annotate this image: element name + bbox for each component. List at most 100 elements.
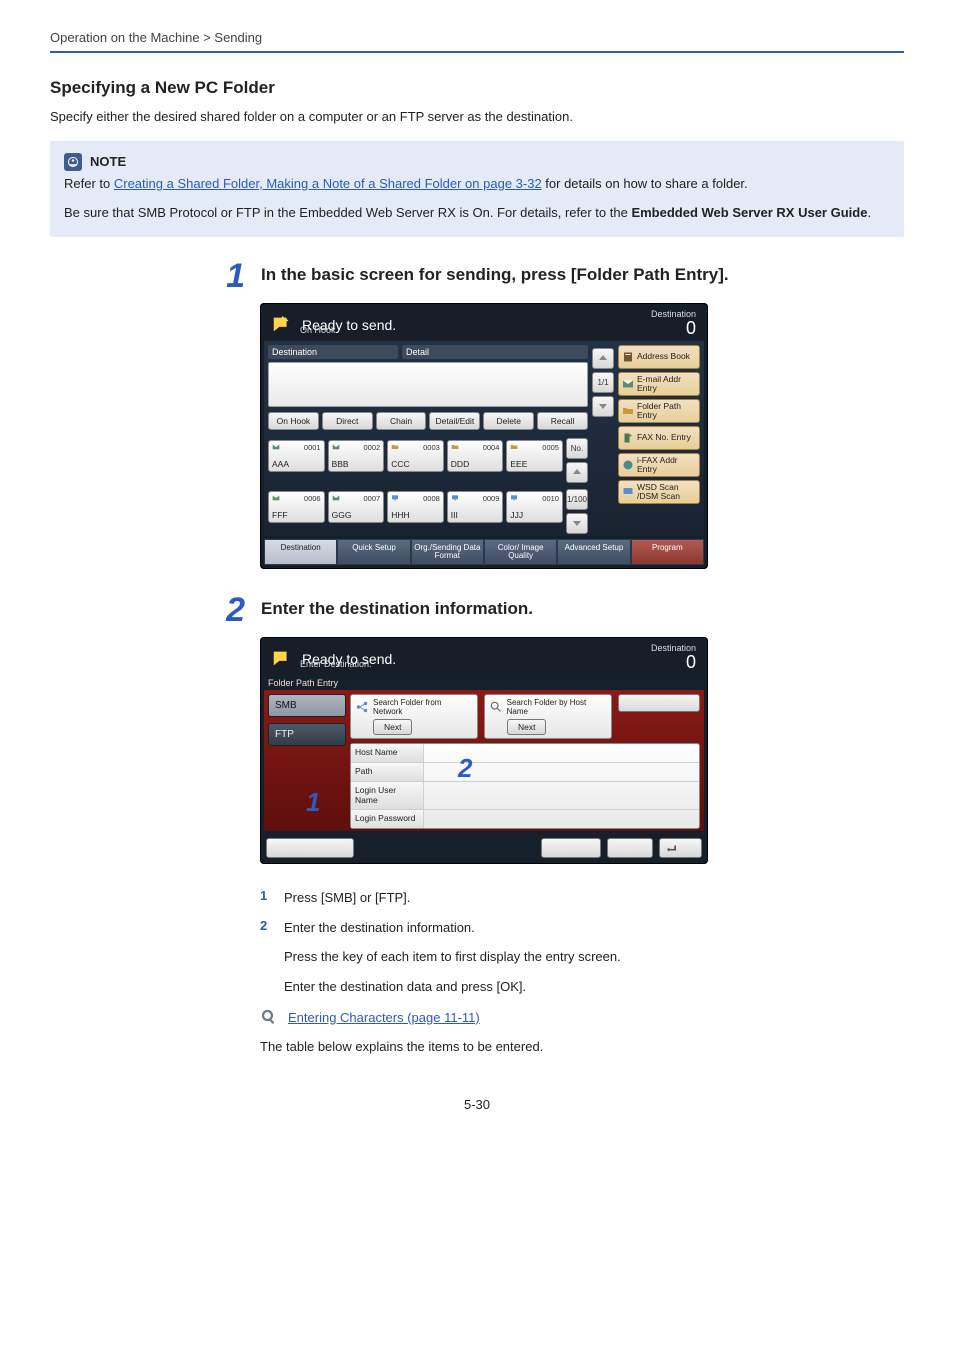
tab-color-image-quality[interactable]: Color/ Image Quality — [484, 539, 557, 566]
scroll-down-2[interactable] — [566, 513, 588, 534]
add-to-addr-book-button[interactable]: Add to Addr Book — [266, 838, 354, 858]
right-btn-folder-path-entry[interactable]: Folder Path Entry — [618, 399, 700, 423]
pc-icon — [451, 494, 459, 502]
search-icon — [489, 700, 503, 714]
mid-btn-on-hook[interactable]: On Hook — [268, 412, 319, 430]
note-title: NOTE — [90, 154, 126, 169]
field-value-login-user-name[interactable] — [424, 782, 699, 809]
mail-icon — [332, 443, 340, 451]
page-title: Specifying a New PC Folder — [50, 78, 904, 98]
next-dest-button[interactable]: Next Dest. — [541, 838, 601, 858]
breadcrumb: Operation on the Machine > Sending — [50, 30, 904, 51]
step-2-title: Enter the destination information. — [261, 593, 533, 619]
send-icon — [268, 645, 296, 673]
shortcut-ccc[interactable]: 0003CCC — [387, 440, 444, 472]
mail-icon — [272, 494, 280, 502]
step-2-number: 2 — [215, 593, 245, 627]
destination-count-2: 0 — [651, 653, 696, 671]
substep-2-text-a: Press the key of each item to first disp… — [284, 947, 621, 967]
mail-icon — [272, 443, 280, 451]
note-box: NOTE Refer to Creating a Shared Folder, … — [50, 141, 904, 237]
right-btn-wsd-scan-dsm-scan[interactable]: WSD Scan /DSM Scan — [618, 480, 700, 504]
step-1-title: In the basic screen for sending, press [… — [261, 259, 729, 285]
dest-no-button[interactable]: No. — [566, 438, 588, 459]
right-btn-i-fax-addr-entry[interactable]: i-FAX Addr Entry — [618, 453, 700, 477]
folder-icon — [391, 443, 399, 451]
tab-ftp[interactable]: FTP — [268, 723, 346, 746]
mail-icon — [332, 494, 340, 502]
pc-icon — [391, 494, 399, 502]
right-btn-icon — [622, 351, 634, 363]
col-detail: Detail — [402, 345, 588, 359]
col-destination: Destination — [268, 345, 398, 359]
shortcut-bbb[interactable]: 0002BBB — [328, 440, 385, 472]
tab-advanced-setup[interactable]: Advanced Setup — [557, 539, 630, 566]
connection-test-button[interactable]: Connection Test — [618, 694, 700, 711]
note-line-1: Refer to Creating a Shared Folder, Makin… — [64, 175, 890, 194]
shortcut-hhh[interactable]: 0008HHH — [387, 491, 444, 523]
mid-btn-recall[interactable]: Recall — [537, 412, 588, 430]
scroll-down[interactable] — [592, 396, 614, 417]
tab-destination[interactable]: Destination — [264, 539, 337, 566]
send-icon — [268, 311, 296, 339]
right-btn-icon — [622, 405, 634, 417]
tab-program[interactable]: Program — [631, 539, 704, 566]
right-btn-icon — [622, 432, 634, 444]
right-btn-icon — [622, 378, 634, 390]
shortcut-ggg[interactable]: 0007GGG — [328, 491, 385, 523]
scroll-up-2[interactable] — [566, 462, 588, 483]
folder-path-entry-panel: Ready to send. Enter Destination. Destin… — [260, 637, 708, 864]
folder-icon — [510, 443, 518, 451]
note-link-shared-folder[interactable]: Creating a Shared Folder, Making a Note … — [114, 176, 542, 191]
tab-smb[interactable]: SMB — [268, 694, 346, 717]
cancel-button[interactable]: Cancel — [607, 838, 653, 858]
tab-quick-setup[interactable]: Quick Setup — [337, 539, 410, 566]
mid-btn-chain[interactable]: Chain — [376, 412, 427, 430]
mid-btn-direct[interactable]: Direct — [322, 412, 373, 430]
shortcut-eee[interactable]: 0005EEE — [506, 440, 563, 472]
substep-1-number: 1 — [260, 888, 274, 908]
shortcut-aaa[interactable]: 0001AAA — [268, 440, 325, 472]
substep-2-number: 2 — [260, 918, 274, 997]
field-value-path[interactable] — [424, 763, 699, 781]
pc-icon — [510, 494, 518, 502]
divider — [50, 51, 904, 53]
next-button-hostname[interactable]: Next — [507, 719, 546, 735]
ok-button[interactable]: OK — [659, 838, 702, 858]
search-folder-hostname[interactable]: Search Folder by Host Name Next — [484, 694, 612, 739]
right-btn-icon — [622, 459, 634, 471]
shortcut-iii[interactable]: 0009III — [447, 491, 504, 523]
shortcut-jjj[interactable]: 0010JJJ — [506, 491, 563, 523]
substep-1-text: Press [SMB] or [FTP]. — [284, 888, 410, 908]
right-btn-address-book[interactable]: Address Book — [618, 345, 700, 369]
field-label-login-user-name[interactable]: Login User Name — [351, 782, 424, 809]
field-label-path[interactable]: Path — [351, 763, 424, 781]
send-basic-panel: Ready to send. On Hook Destination 0 Des… — [260, 303, 708, 570]
field-value-host-name[interactable] — [424, 744, 699, 762]
next-button-network[interactable]: Next — [373, 719, 412, 735]
field-label-host-name[interactable]: Host Name — [351, 744, 424, 762]
shortcut-ddd[interactable]: 0004DDD — [447, 440, 504, 472]
destination-count: 0 — [651, 319, 696, 337]
scroll-up[interactable] — [592, 348, 614, 369]
field-label-login-password[interactable]: Login Password — [351, 810, 424, 828]
right-btn-fax-no-entry[interactable]: FAX No. Entry — [618, 426, 700, 450]
mid-btn-delete[interactable]: Delete — [483, 412, 534, 430]
mid-btn-detail-edit[interactable]: Detail/Edit — [429, 412, 480, 430]
search-folder-network[interactable]: Search Folder from Network Next — [350, 694, 478, 739]
destination-list[interactable] — [268, 362, 588, 407]
network-icon — [355, 700, 369, 714]
field-value-login-password[interactable] — [424, 810, 699, 828]
entering-characters-link[interactable]: Entering Characters (page 11-11) — [288, 1010, 480, 1025]
folder-icon — [451, 443, 459, 451]
tab-org-sending-data-format[interactable]: Org./Sending Data Format — [411, 539, 484, 566]
right-btn-e-mail-addr-entry[interactable]: E-mail Addr Entry — [618, 372, 700, 396]
step-1-number: 1 — [215, 259, 245, 293]
reference-icon — [260, 1008, 278, 1026]
folder-path-entry-title: Folder Path Entry — [264, 675, 704, 690]
enter-icon — [666, 843, 676, 853]
shortcut-fff[interactable]: 0006FFF — [268, 491, 325, 523]
substep-2-text: Enter the destination information. — [284, 918, 621, 938]
after-text: The table below explains the items to be… — [260, 1038, 904, 1057]
dest-page: 1/1 — [592, 372, 614, 393]
